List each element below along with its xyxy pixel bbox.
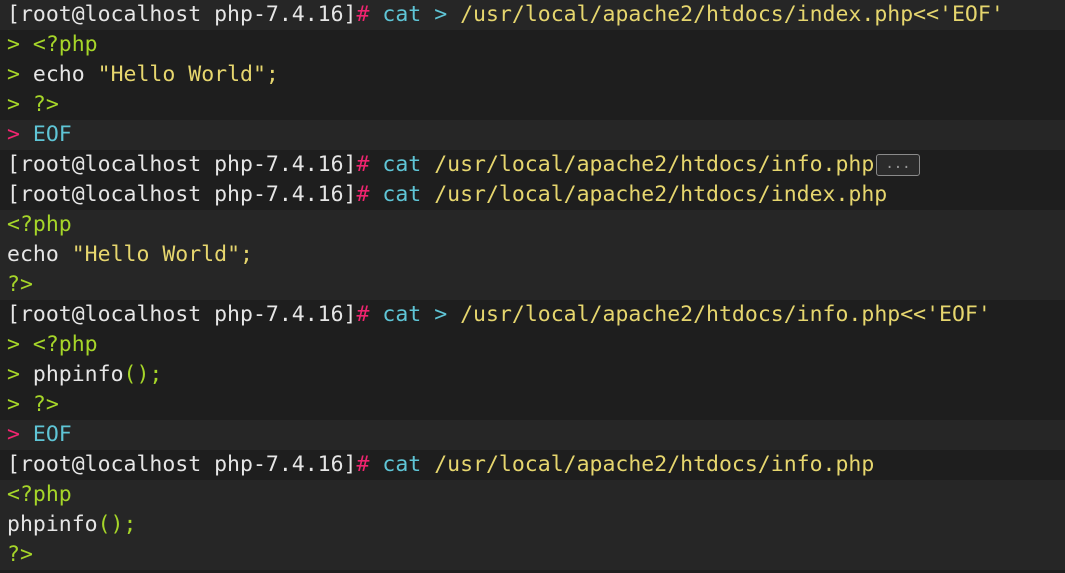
- redirect-operator: >: [434, 302, 448, 327]
- php-tag: ?>: [32, 392, 59, 417]
- redirect-operator: >: [434, 2, 448, 27]
- shell-prompt: [root@localhost php-7.4.16]: [7, 182, 357, 207]
- terminal-line: > echo "Hello World";: [0, 60, 1065, 90]
- shell-prompt: [root@localhost php-7.4.16]: [7, 152, 357, 177]
- command-name: cat: [382, 2, 422, 27]
- php-tag: ?>: [7, 542, 33, 567]
- php-keyword: echo: [32, 62, 85, 87]
- continuation-prompt: >: [7, 362, 20, 387]
- php-tag: ?>: [7, 272, 33, 297]
- continuation-prompt: >: [7, 422, 20, 447]
- php-tag: <?php: [7, 212, 72, 237]
- continuation-prompt: >: [7, 392, 20, 417]
- continuation-prompt: >: [7, 62, 20, 87]
- shell-prompt: [root@localhost php-7.4.16]: [7, 2, 357, 27]
- terminal-line: phpinfo();: [0, 510, 1065, 540]
- terminal-window[interactable]: [root@localhost php-7.4.16]# cat > /usr/…: [0, 0, 1065, 573]
- terminal-line: <?php: [0, 210, 1065, 240]
- shell-prompt: [root@localhost php-7.4.16]: [7, 302, 357, 327]
- php-tag: <?php: [32, 32, 98, 57]
- php-keyword: echo: [7, 242, 59, 267]
- php-function: phpinfo: [32, 362, 124, 387]
- collapsed-output-button[interactable]: ...: [876, 154, 920, 176]
- terminal-line: > EOF: [0, 420, 1065, 450]
- terminal-line: > phpinfo();: [0, 360, 1065, 390]
- php-tag: ?>: [32, 92, 59, 117]
- terminal-line: echo "Hello World";: [0, 240, 1065, 270]
- terminal-line: [root@localhost php-7.4.16]# cat /usr/lo…: [0, 150, 1065, 180]
- continuation-prompt: >: [7, 32, 20, 57]
- terminal-line: [root@localhost php-7.4.16]# cat /usr/lo…: [0, 450, 1065, 480]
- terminal-line: [root@localhost php-7.4.16]# cat > /usr/…: [0, 300, 1065, 330]
- file-path: /usr/local/apache2/htdocs/info.php: [434, 152, 875, 177]
- command-name: cat: [382, 452, 422, 477]
- terminal-line: ?>: [0, 270, 1065, 300]
- php-string: "Hello World";: [97, 62, 279, 87]
- php-function: phpinfo: [7, 512, 98, 537]
- command-name: cat: [382, 182, 422, 207]
- terminal-line: [root@localhost php-7.4.16]# cat /usr/lo…: [0, 180, 1065, 210]
- terminal-line: > EOF: [0, 120, 1065, 150]
- php-string: "Hello World";: [71, 242, 253, 267]
- php-tag: <?php: [7, 482, 72, 507]
- prompt-hash: #: [356, 452, 370, 477]
- terminal-line: > ?>: [0, 390, 1065, 420]
- file-path: /usr/local/apache2/htdocs/index.php: [434, 182, 888, 207]
- prompt-hash: #: [356, 302, 370, 327]
- terminal-line: ?>: [0, 540, 1065, 570]
- command-name: cat: [382, 302, 422, 327]
- heredoc-terminator: EOF: [32, 122, 72, 147]
- terminal-line: > <?php: [0, 330, 1065, 360]
- file-path: /usr/local/apache2/htdocs/info.php: [434, 452, 875, 477]
- file-path: /usr/local/apache2/htdocs/info.php<<'EOF…: [460, 302, 991, 327]
- prompt-hash: #: [356, 2, 370, 27]
- file-path: /usr/local/apache2/htdocs/index.php<<'EO…: [460, 2, 1004, 27]
- terminal-line: > ?>: [0, 90, 1065, 120]
- php-parens: ();: [123, 362, 163, 387]
- prompt-hash: #: [356, 182, 370, 207]
- continuation-prompt: >: [7, 122, 20, 147]
- terminal-line: [root@localhost php-7.4.16]# cat > /usr/…: [0, 0, 1065, 30]
- terminal-line: > <?php: [0, 30, 1065, 60]
- heredoc-terminator: EOF: [32, 422, 72, 447]
- continuation-prompt: >: [7, 332, 20, 357]
- shell-prompt: [root@localhost php-7.4.16]: [7, 452, 357, 477]
- php-tag: <?php: [32, 332, 98, 357]
- command-name: cat: [382, 152, 422, 177]
- continuation-prompt: >: [7, 92, 20, 117]
- php-parens: ();: [97, 512, 137, 537]
- terminal-line: <?php: [0, 480, 1065, 510]
- prompt-hash: #: [356, 152, 370, 177]
